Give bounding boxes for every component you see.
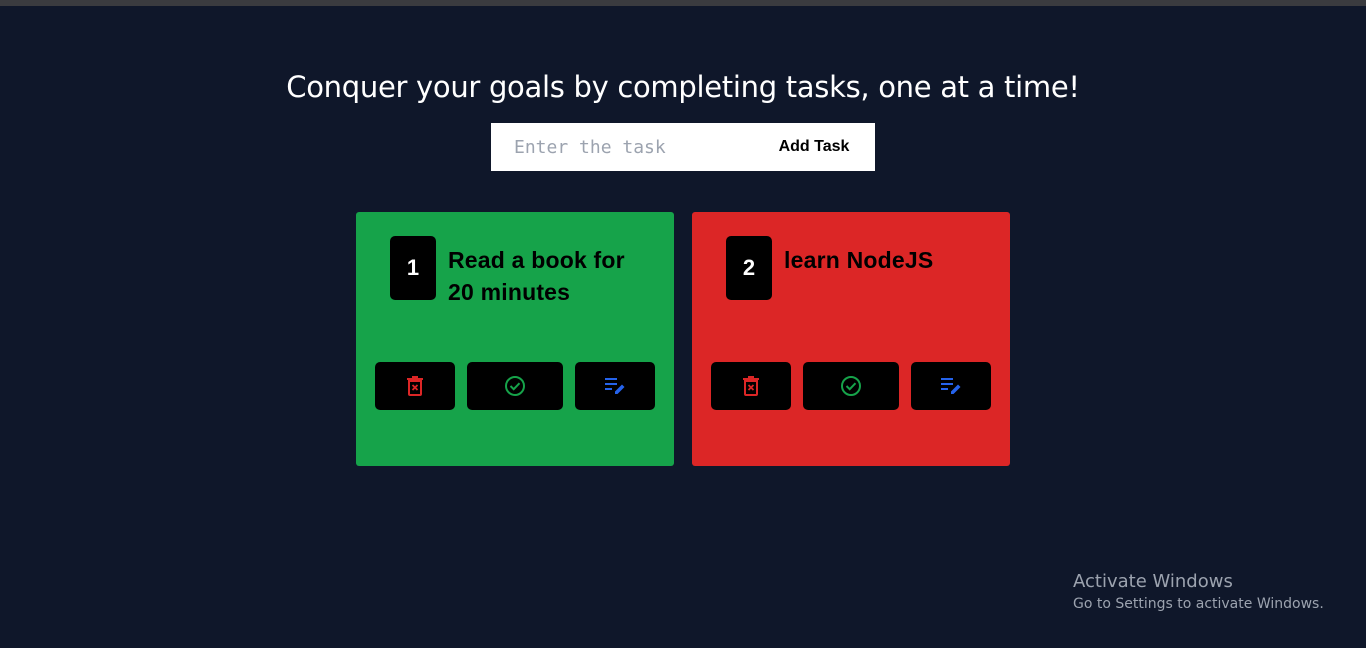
complete-task-button[interactable] [467, 362, 563, 410]
browser-top-bar [0, 0, 1366, 6]
task-number-badge: 1 [390, 236, 436, 300]
task-text: learn NodeJS [784, 247, 934, 273]
add-task-button[interactable]: Add Task [761, 123, 875, 171]
complete-task-button[interactable] [803, 362, 899, 410]
delete-task-button[interactable] [711, 362, 791, 410]
check-circle-icon [841, 376, 861, 396]
edit-list-icon [941, 378, 961, 394]
check-circle-icon [505, 376, 525, 396]
edit-task-button[interactable] [575, 362, 655, 410]
delete-task-button[interactable] [375, 362, 455, 410]
task-card: 2 learn NodeJS [692, 212, 1010, 466]
watermark-title: Activate Windows [1073, 571, 1233, 592]
task-card: 1 Read a book for 20 minutes [356, 212, 674, 466]
page-title: Conquer your goals by completing tasks, … [286, 70, 1080, 104]
trash-icon [407, 376, 423, 396]
task-input[interactable] [491, 123, 761, 171]
activate-windows-watermark: Activate Windows Go to Settings to activ… [1073, 571, 1324, 615]
watermark-subtitle: Go to Settings to activate Windows. [1073, 596, 1324, 612]
edit-list-icon [605, 378, 625, 394]
task-form: Add Task [491, 123, 875, 171]
trash-icon [743, 376, 759, 396]
task-number-badge: 2 [726, 236, 772, 300]
edit-task-button[interactable] [911, 362, 991, 410]
task-text: Read a book for 20 minutes [448, 247, 625, 305]
